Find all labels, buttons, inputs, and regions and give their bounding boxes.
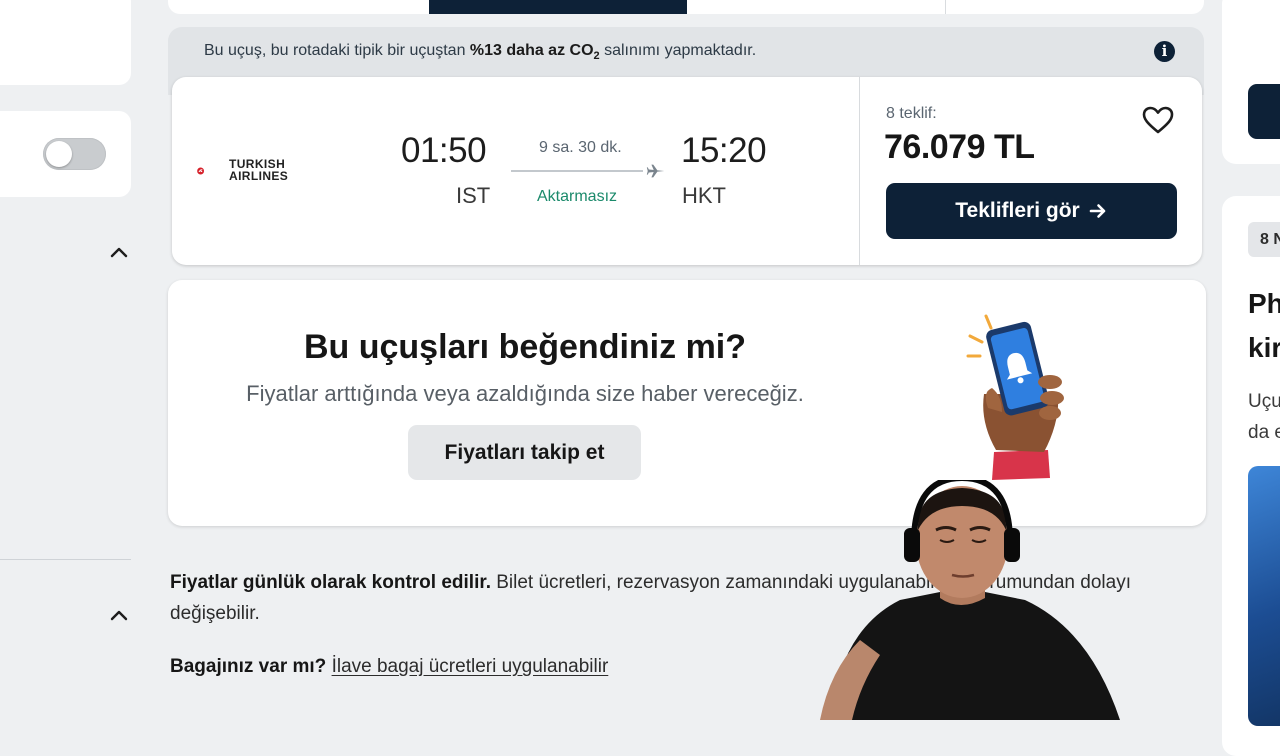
right-promo-title-line1: Ph bbox=[1248, 288, 1280, 319]
track-prices-button[interactable]: Fiyatları takip et bbox=[408, 425, 641, 480]
arrival-time: 15:20 bbox=[681, 131, 767, 170]
right-promo-desc: Uçu da e bbox=[1248, 386, 1280, 448]
view-deals-button[interactable]: Teklifleri gör bbox=[886, 183, 1177, 239]
stops-label: Aktarmasız bbox=[537, 188, 618, 205]
offer-count: 8 teklif: bbox=[886, 105, 937, 122]
price-alert-subtitle: Fiyatlar arttığında veya azaldığında siz… bbox=[246, 381, 804, 406]
toggle-knob bbox=[46, 141, 72, 167]
right-promo-title: Ph kir bbox=[1248, 282, 1280, 370]
right-promo-title-line2: kir bbox=[1248, 332, 1280, 363]
plane-icon bbox=[646, 164, 665, 178]
departure-airport: IST bbox=[456, 183, 491, 208]
co2-suffix: salınımı yapmaktadır. bbox=[599, 42, 757, 59]
airline-logo bbox=[197, 167, 205, 175]
departure-time: 01:50 bbox=[401, 131, 487, 170]
tab-separator bbox=[945, 0, 946, 14]
sidebar-divider bbox=[0, 559, 131, 560]
right-promo-desc-line2: da e bbox=[1248, 422, 1280, 443]
view-deals-label: Teklifleri gör bbox=[955, 199, 1080, 222]
sidebar-toggle-switch[interactable] bbox=[43, 138, 106, 170]
phone-bell-illustration bbox=[966, 314, 1064, 480]
sidebar-filter-card-top bbox=[0, 0, 131, 85]
baggage-question: Bagajınız var mı? bbox=[170, 656, 327, 677]
right-promo-badge: 8 N bbox=[1248, 222, 1280, 257]
info-icon[interactable]: i bbox=[1154, 41, 1175, 62]
price-check-note-bold: Fiyatlar günlük olarak kontrol edilir. bbox=[170, 572, 491, 593]
co2-highlight-text: %13 daha az CO bbox=[469, 42, 594, 59]
card-divider bbox=[859, 77, 860, 265]
right-promo-image bbox=[1248, 466, 1280, 726]
heart-icon[interactable] bbox=[1141, 104, 1175, 136]
baggage-note: Bagajınız var mı? İlave bagaj ücretleri … bbox=[170, 656, 608, 678]
chevron-up-icon[interactable] bbox=[110, 609, 128, 621]
sort-tab-strip bbox=[168, 0, 1204, 14]
price-alert-title: Bu uçuşları beğendiniz mi? bbox=[303, 328, 747, 366]
flight-duration: 9 sa. 30 dk. bbox=[539, 139, 622, 156]
airline-name-line2: AIRLINES bbox=[229, 169, 289, 183]
right-card-top bbox=[1222, 0, 1280, 164]
arrow-right-icon bbox=[1089, 204, 1106, 218]
right-card-button[interactable] bbox=[1248, 84, 1280, 139]
co2-prefix: Bu uçuş, bu rotadaki tipik bir uçuştan bbox=[204, 42, 470, 59]
webcam-overlay bbox=[820, 480, 1120, 720]
flight-price: 76.079 TL bbox=[884, 128, 1035, 166]
baggage-fees-link[interactable]: İlave bagaj ücretleri uygulanabilir bbox=[332, 656, 609, 677]
airline-name: TURKISH AIRLINES bbox=[229, 158, 288, 182]
co2-message: Bu uçuş, bu rotadaki tipik bir uçuştan %… bbox=[204, 42, 756, 62]
arrival-airport: HKT bbox=[682, 183, 726, 208]
right-promo-desc-line1: Uçu bbox=[1248, 391, 1280, 412]
co2-highlight: %13 daha az CO2 bbox=[469, 42, 600, 62]
route-line bbox=[511, 170, 643, 172]
chevron-up-icon[interactable] bbox=[110, 246, 128, 258]
sort-tab-active[interactable] bbox=[429, 0, 687, 14]
